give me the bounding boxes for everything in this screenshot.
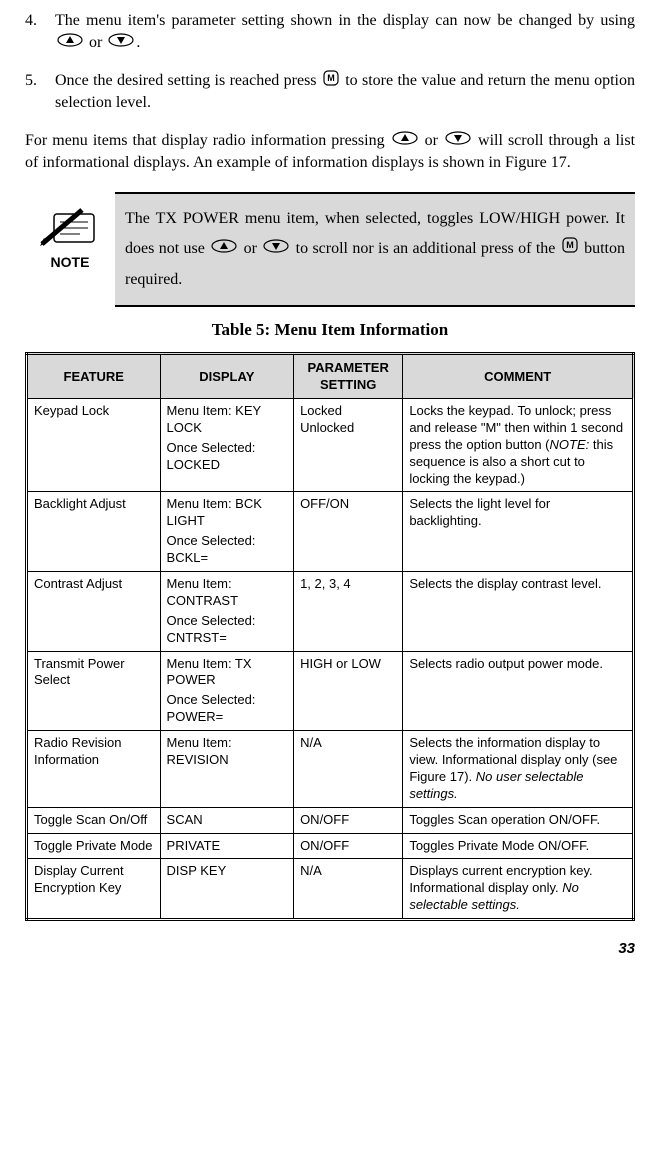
cell-param: ON/OFF bbox=[294, 807, 403, 833]
cell-param: ON/OFF bbox=[294, 833, 403, 859]
step-5: 5. Once the desired setting is reached p… bbox=[25, 70, 635, 114]
table-row: Keypad Lock Menu Item: KEY LOCKOnce Sele… bbox=[27, 398, 634, 491]
down-button-icon bbox=[263, 234, 289, 264]
cell-param: N/A bbox=[294, 859, 403, 920]
step-4-num: 4. bbox=[25, 10, 55, 54]
cell-display: Menu Item: REVISION bbox=[160, 731, 294, 808]
cell-comment: Selects the information display to view.… bbox=[403, 731, 634, 808]
table-row: Transmit Power Select Menu Item: TX POWE… bbox=[27, 651, 634, 731]
cell-comment: Toggles Scan operation ON/OFF. bbox=[403, 807, 634, 833]
down-button-icon bbox=[445, 130, 471, 152]
para-a: For menu items that display radio inform… bbox=[25, 132, 390, 149]
step-5-text-a: Once the desired setting is reached pres… bbox=[55, 72, 321, 89]
table-row: Display Current Encryption Key DISP KEY … bbox=[27, 859, 634, 920]
up-button-icon bbox=[211, 234, 237, 264]
up-button-icon bbox=[392, 130, 418, 152]
cell-display: Menu Item: CONTRASTOnce Selected: CNTRST… bbox=[160, 572, 294, 652]
table-row: Toggle Private Mode PRIVATE ON/OFF Toggl… bbox=[27, 833, 634, 859]
cell-comment: Selects the display contrast level. bbox=[403, 572, 634, 652]
step-4-text-b: or bbox=[85, 34, 106, 51]
cell-feature: Keypad Lock bbox=[27, 398, 161, 491]
th-comment: COMMENT bbox=[403, 353, 634, 398]
cell-feature: Contrast Adjust bbox=[27, 572, 161, 652]
cell-param: OFF/ON bbox=[294, 492, 403, 572]
step-5-num: 5. bbox=[25, 70, 55, 114]
m-button-icon: M bbox=[323, 70, 339, 93]
up-button-icon bbox=[57, 32, 83, 54]
cell-comment: Locks the keypad. To unlock; press and r… bbox=[403, 398, 634, 491]
note-box: The TX POWER menu item, when selected, t… bbox=[115, 192, 635, 307]
radio-info-paragraph: For menu items that display radio inform… bbox=[25, 130, 635, 174]
cell-display: Menu Item: TX POWEROnce Selected: POWER= bbox=[160, 651, 294, 731]
cell-feature: Backlight Adjust bbox=[27, 492, 161, 572]
page-number: 33 bbox=[25, 939, 635, 959]
cell-feature: Display Current Encryption Key bbox=[27, 859, 161, 920]
cell-comment: Selects the light level for backlighting… bbox=[403, 492, 634, 572]
table-row: Toggle Scan On/Off SCAN ON/OFF Toggles S… bbox=[27, 807, 634, 833]
cell-display: Menu Item: KEY LOCKOnce Selected: LOCKED bbox=[160, 398, 294, 491]
cell-comment: Toggles Private Mode ON/OFF. bbox=[403, 833, 634, 859]
note-pencil-icon bbox=[40, 204, 100, 249]
note-block: NOTE The TX POWER menu item, when select… bbox=[25, 192, 635, 307]
cell-param: N/A bbox=[294, 731, 403, 808]
step-5-body: Once the desired setting is reached pres… bbox=[55, 70, 635, 114]
note-left: NOTE bbox=[25, 192, 115, 272]
svg-text:M: M bbox=[327, 73, 335, 83]
table-row: Radio Revision Information Menu Item: RE… bbox=[27, 731, 634, 808]
cell-param: 1, 2, 3, 4 bbox=[294, 572, 403, 652]
cell-display: SCAN bbox=[160, 807, 294, 833]
th-parameter: PARAMETER SETTING bbox=[294, 353, 403, 398]
menu-item-table: FEATURE DISPLAY PARAMETER SETTING COMMEN… bbox=[25, 352, 635, 921]
cell-display: Menu Item: BCK LIGHTOnce Selected: BCKL= bbox=[160, 492, 294, 572]
cell-feature: Radio Revision Information bbox=[27, 731, 161, 808]
cell-param: Locked Unlocked bbox=[294, 398, 403, 491]
table-title: Table 5: Menu Item Information bbox=[25, 319, 635, 342]
table-header-row: FEATURE DISPLAY PARAMETER SETTING COMMEN… bbox=[27, 353, 634, 398]
m-button-icon: M bbox=[562, 234, 578, 264]
step-4: 4. The menu item's parameter setting sho… bbox=[25, 10, 635, 54]
table-row: Contrast Adjust Menu Item: CONTRASTOnce … bbox=[27, 572, 634, 652]
cell-feature: Toggle Private Mode bbox=[27, 833, 161, 859]
cell-feature: Toggle Scan On/Off bbox=[27, 807, 161, 833]
note-label: NOTE bbox=[25, 253, 115, 272]
th-feature: FEATURE bbox=[27, 353, 161, 398]
para-b: or bbox=[420, 132, 443, 149]
cell-comment: Displays current encryption key. Informa… bbox=[403, 859, 634, 920]
note-c: to scroll nor is an additional press of … bbox=[291, 240, 559, 257]
cell-comment: Selects radio output power mode. bbox=[403, 651, 634, 731]
cell-display: PRIVATE bbox=[160, 833, 294, 859]
table-row: Backlight Adjust Menu Item: BCK LIGHTOnc… bbox=[27, 492, 634, 572]
th-display: DISPLAY bbox=[160, 353, 294, 398]
cell-display: DISP KEY bbox=[160, 859, 294, 920]
step-4-body: The menu item's parameter setting shown … bbox=[55, 10, 635, 54]
svg-text:M: M bbox=[566, 240, 574, 250]
down-button-icon bbox=[108, 32, 134, 54]
note-b: or bbox=[239, 240, 261, 257]
cell-feature: Transmit Power Select bbox=[27, 651, 161, 731]
step-4-text-c: . bbox=[136, 34, 140, 51]
cell-param: HIGH or LOW bbox=[294, 651, 403, 731]
step-4-text-a: The menu item's parameter setting shown … bbox=[55, 12, 635, 29]
